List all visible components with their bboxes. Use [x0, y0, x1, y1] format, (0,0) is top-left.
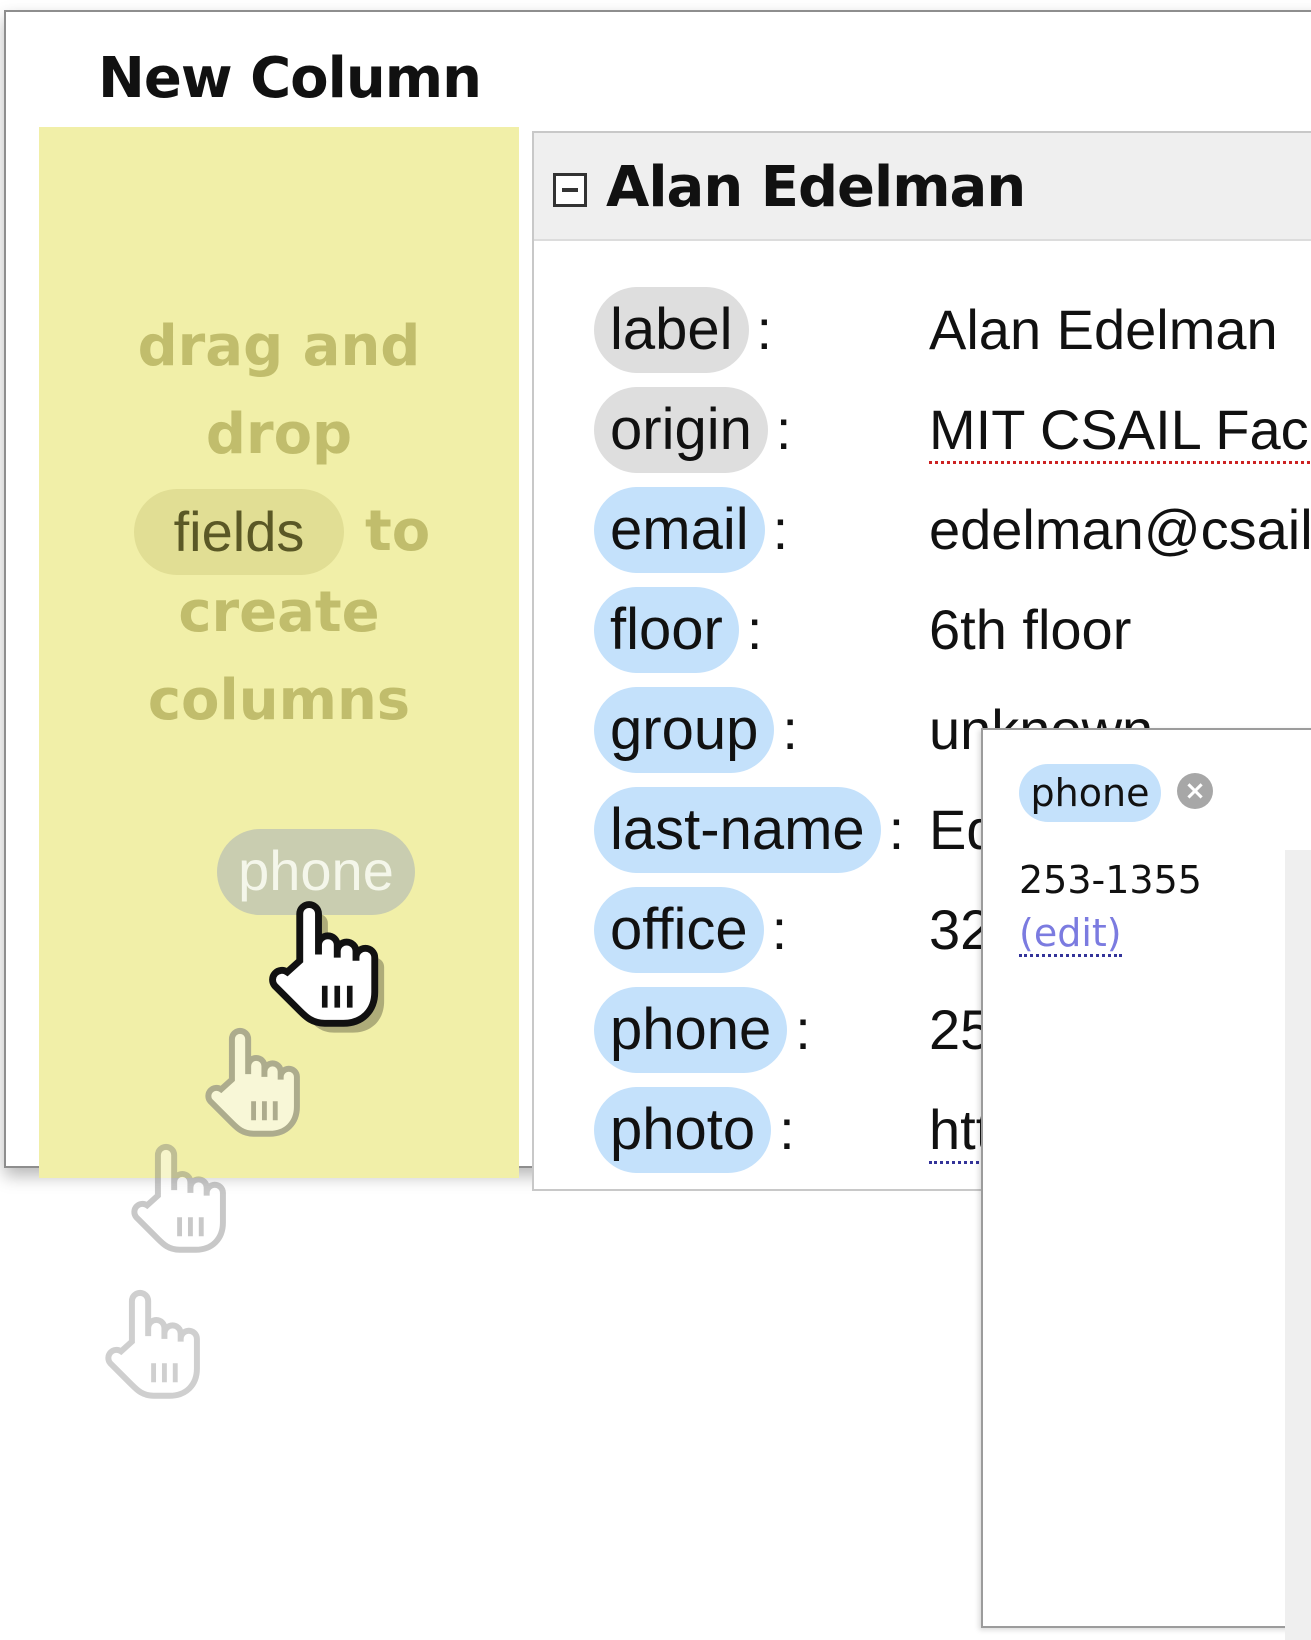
property-colon: : [772, 498, 789, 561]
property-value-origin[interactable]: MIT CSAIL Facu [929, 387, 1311, 473]
drop-instruction-to: to [365, 499, 431, 564]
property-row-email: email: [594, 487, 788, 573]
property-pill-origin[interactable]: origin [594, 387, 768, 473]
property-row-last-name: last-name: [594, 787, 904, 873]
drop-instruction-line-2: drop [205, 402, 353, 467]
property-pill-floor[interactable]: floor [594, 587, 739, 673]
property-row-office: office: [594, 887, 787, 973]
property-colon: : [888, 798, 905, 861]
popup-value: 253-1355 [1019, 858, 1202, 902]
property-value-floor: 6th floor [929, 598, 1132, 661]
property-colon: : [775, 398, 792, 461]
property-value-label: Alan Edelman [929, 298, 1278, 361]
property-pill-group[interactable]: group [594, 687, 775, 773]
edit-link[interactable]: (edit) [1019, 912, 1122, 957]
item-header: Alan Edelman [534, 133, 1311, 241]
property-row-photo: photo: [594, 1087, 795, 1173]
hand-cursor-trail-icon [131, 1143, 226, 1253]
popup-scroll-area [1285, 850, 1311, 1640]
origin-link[interactable]: MIT CSAIL Facu [929, 398, 1311, 464]
drop-instruction-line-3: create [178, 580, 380, 645]
property-pill-office[interactable]: office [594, 887, 764, 973]
close-icon[interactable]: × [1177, 773, 1213, 809]
popup-field-pill[interactable]: phone [1019, 764, 1161, 822]
hand-cursor-trail-icon [105, 1289, 200, 1399]
property-colon: : [782, 698, 798, 761]
property-pill-last-name[interactable]: last-name [594, 787, 881, 873]
property-row-phone: phone: [594, 987, 811, 1073]
property-colon: : [795, 998, 811, 1061]
property-row-floor: floor: [594, 587, 762, 673]
property-row-group: group: [594, 687, 798, 773]
property-colon: : [779, 1098, 795, 1161]
drop-instruction-line-4: columns [147, 668, 411, 733]
new-column-title: New Column [98, 46, 482, 111]
item-title: Alan Edelman [606, 155, 1026, 220]
drop-instruction-line-1: drag and [137, 314, 421, 379]
collapse-icon[interactable] [553, 173, 587, 207]
property-colon: : [746, 598, 763, 661]
property-pill-phone[interactable]: phone [594, 987, 788, 1073]
property-value-email: edelman@csail. [929, 498, 1311, 561]
fields-pill: fields [134, 489, 344, 575]
property-pill-label[interactable]: label [594, 287, 749, 373]
property-pill-photo[interactable]: photo [594, 1087, 772, 1173]
property-colon: : [771, 898, 788, 961]
hand-cursor-trail-icon [205, 1027, 300, 1137]
property-colon: : [756, 298, 773, 361]
property-pill-email[interactable]: email [594, 487, 765, 573]
field-popup: phone × 253-1355 (edit) [981, 728, 1311, 1640]
property-row-label: label: [594, 287, 772, 373]
property-row-origin: origin: [594, 387, 791, 473]
